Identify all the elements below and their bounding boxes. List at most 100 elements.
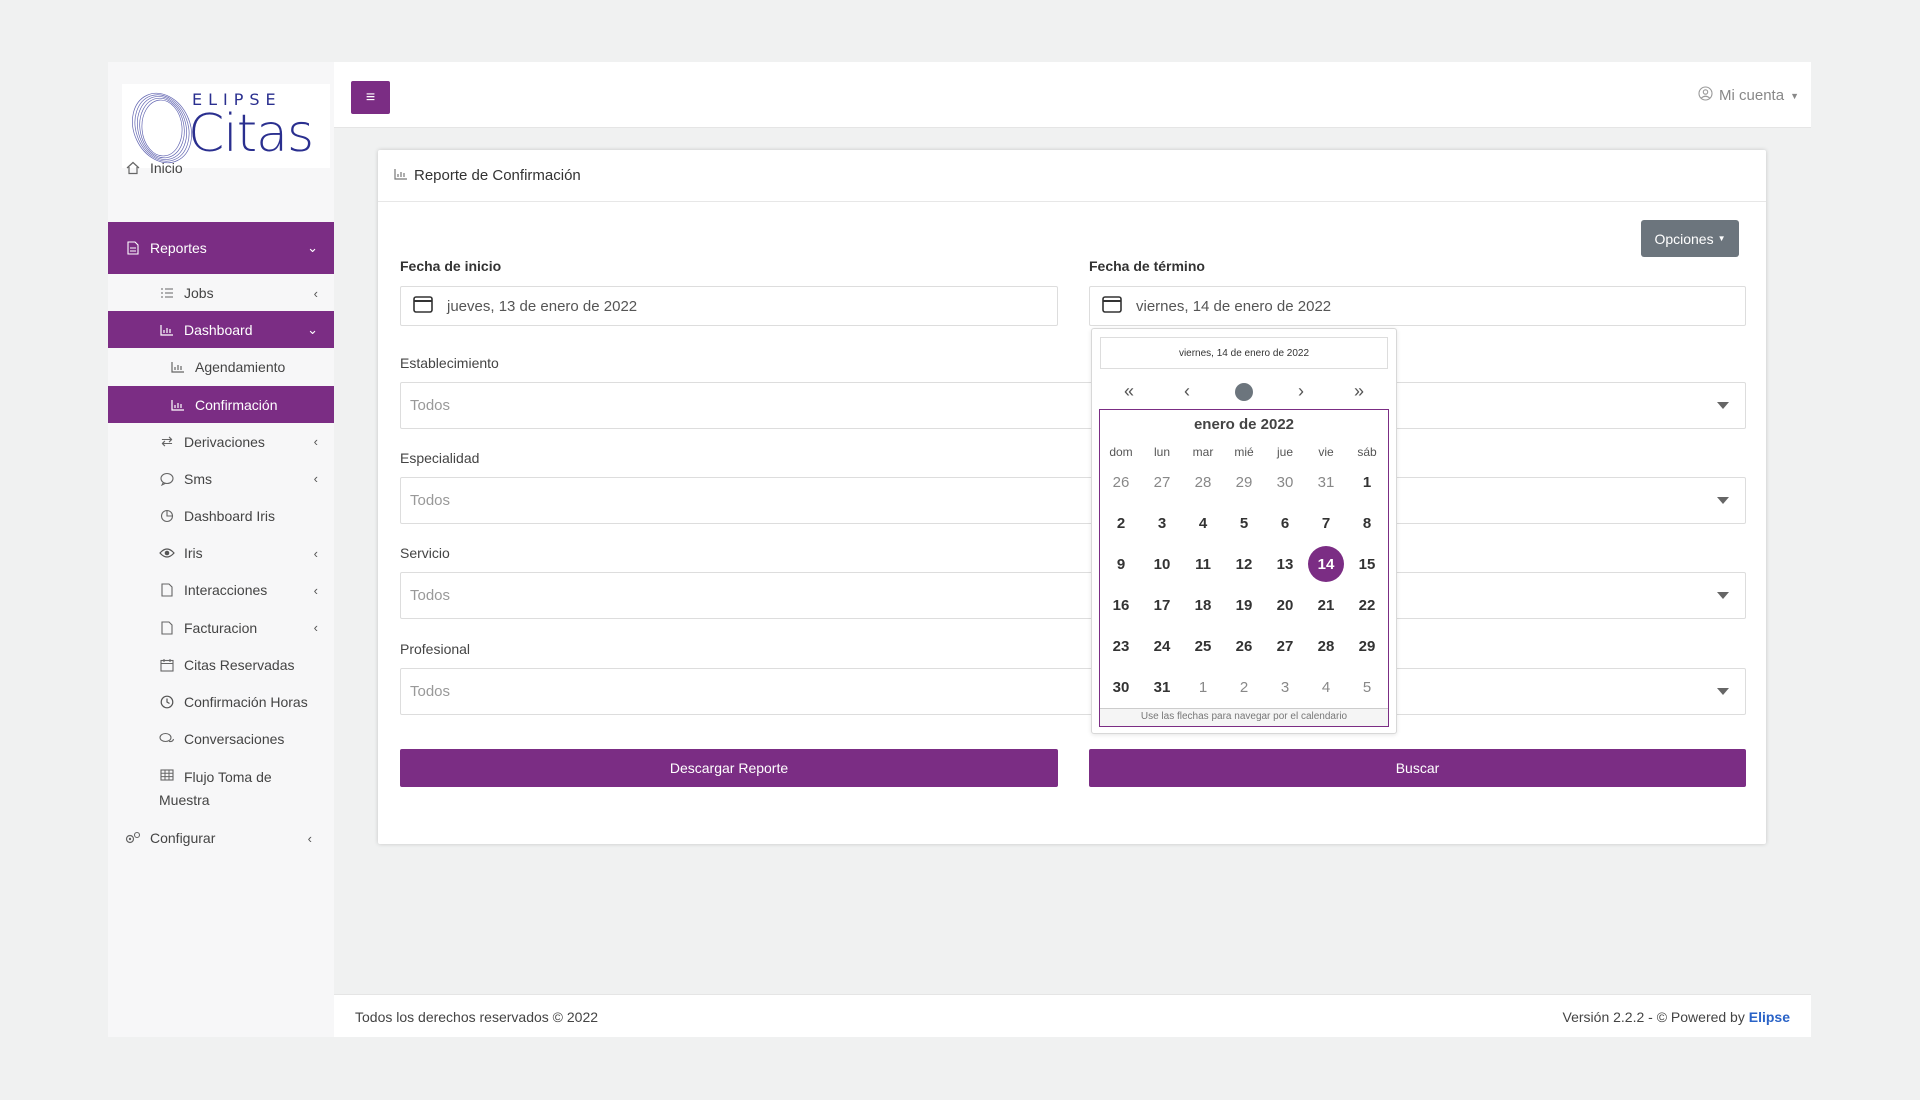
calendar-weekday: jue <box>1276 445 1293 459</box>
servicio-select[interactable]: Todos <box>400 572 1746 619</box>
select-value: Todos <box>410 397 451 414</box>
sidebar-item-dashboard[interactable]: Dashboard ⌄ <box>108 311 334 348</box>
calendar-day[interactable]: 3 <box>1144 505 1180 541</box>
sidebar-item-label: Citas Reservadas <box>184 657 295 673</box>
calendar-day[interactable]: 24 <box>1144 628 1180 664</box>
calendar-day[interactable]: 30 <box>1103 669 1139 705</box>
account-menu[interactable]: Mi cuenta ▼ <box>1698 86 1799 105</box>
opciones-button[interactable]: Opciones ▼ <box>1641 220 1739 257</box>
document-icon <box>158 581 176 599</box>
calendar-day[interactable]: 10 <box>1144 546 1180 582</box>
start-date-input[interactable]: jueves, 13 de enero de 2022 <box>400 286 1058 326</box>
calendar-day[interactable]: 4 <box>1308 669 1344 705</box>
sidebar-item-citas-reservadas[interactable]: Citas Reservadas <box>108 647 334 683</box>
calendar-weekday: lun <box>1153 445 1170 459</box>
prev-month-icon[interactable]: ‹ <box>1177 381 1197 402</box>
next-year-icon[interactable]: » <box>1349 381 1369 402</box>
calendar-day[interactable]: 28 <box>1308 628 1344 664</box>
sidebar-item-confirmacion[interactable]: Confirmación <box>108 386 334 423</box>
sidebar-item-label-line2: Muestra <box>159 792 210 808</box>
calendar-day[interactable]: 26 <box>1103 464 1139 500</box>
app-window: ELIPSE Citas Inicio Reportes ⌄ Jobs ‹ Da… <box>108 62 1811 1037</box>
sidebar-item-label: Confirmación Horas <box>184 693 308 710</box>
footer-version: Versión 2.2.2 - © Powered by Elipse <box>1563 1009 1790 1025</box>
sidebar-item-dashboard-iris[interactable]: Dashboard Iris <box>108 498 334 534</box>
report-icon <box>124 239 142 257</box>
sidebar-item-agendamiento[interactable]: Agendamiento <box>108 349 334 385</box>
exchange-icon: ⇄ <box>161 433 173 449</box>
calendar-day[interactable]: 9 <box>1103 546 1139 582</box>
calendar-day[interactable]: 20 <box>1267 587 1303 623</box>
end-date-input[interactable]: viernes, 14 de enero de 2022 <box>1089 286 1746 326</box>
calendar-day[interactable]: 19 <box>1226 587 1262 623</box>
calendar-grid: enero de 2022 Use las flechas para naveg… <box>1099 409 1389 727</box>
today-icon[interactable] <box>1235 383 1253 401</box>
next-month-icon[interactable]: › <box>1291 381 1311 402</box>
user-circle-icon <box>1698 86 1713 105</box>
especialidad-select[interactable]: Todos <box>400 477 1746 524</box>
sidebar-item-interacciones[interactable]: Interacciones ‹ <box>108 572 334 608</box>
calendar-day[interactable]: 14 <box>1308 546 1344 582</box>
sidebar-item-inicio[interactable]: Inicio <box>108 150 334 186</box>
calendar-day[interactable]: 27 <box>1267 628 1303 664</box>
calendar-day[interactable]: 28 <box>1185 464 1221 500</box>
sidebar-item-sms[interactable]: Sms ‹ <box>108 460 334 497</box>
calendar-day[interactable]: 8 <box>1349 505 1385 541</box>
calendar-day[interactable]: 1 <box>1185 669 1221 705</box>
calendar-day[interactable]: 7 <box>1308 505 1344 541</box>
table-icon <box>158 766 176 784</box>
calendar-day[interactable]: 29 <box>1226 464 1262 500</box>
calendar-day[interactable]: 31 <box>1308 464 1344 500</box>
calendar-day[interactable]: 5 <box>1349 669 1385 705</box>
select-value: Todos <box>410 683 451 700</box>
sidebar-item-label: Dashboard <box>184 321 253 338</box>
calendar-day[interactable]: 30 <box>1267 464 1303 500</box>
sidebar-item-jobs[interactable]: Jobs ‹ <box>108 275 334 311</box>
calendar-day[interactable]: 13 <box>1267 546 1303 582</box>
calendar-day[interactable]: 17 <box>1144 587 1180 623</box>
calendar-day[interactable]: 31 <box>1144 669 1180 705</box>
sidebar-item-reportes[interactable]: Reportes ⌄ <box>108 222 334 274</box>
calendar-day[interactable]: 29 <box>1349 628 1385 664</box>
chevron-left-icon: ‹ <box>313 545 318 561</box>
calendar-day[interactable]: 27 <box>1144 464 1180 500</box>
calendar-day[interactable]: 2 <box>1226 669 1262 705</box>
calendar-day[interactable]: 15 <box>1349 546 1385 582</box>
calendar-day[interactable]: 6 <box>1267 505 1303 541</box>
sidebar-item-iris[interactable]: Iris ‹ <box>108 535 334 571</box>
prev-year-icon[interactable]: « <box>1119 381 1139 402</box>
profesional-select[interactable]: Todos <box>400 668 1746 715</box>
comments-icon <box>158 730 176 748</box>
calendar-day[interactable]: 26 <box>1226 628 1262 664</box>
sidebar-item-label-line1: Flujo Toma de <box>184 769 272 785</box>
menu-toggle-button[interactable]: ≡ <box>351 81 390 114</box>
select-value: Todos <box>410 492 451 509</box>
chevron-left-icon: ‹ <box>313 434 318 449</box>
calendar-day[interactable]: 22 <box>1349 587 1385 623</box>
footer-brand-link[interactable]: Elipse <box>1749 1009 1790 1025</box>
sidebar-item-label: Sms <box>184 470 212 487</box>
calendar-day[interactable]: 1 <box>1349 464 1385 500</box>
calendar-day[interactable]: 21 <box>1308 587 1344 623</box>
sidebar-item-conversaciones[interactable]: Conversaciones <box>108 721 334 757</box>
chevron-down-icon: ⌄ <box>307 240 318 255</box>
calendar-day[interactable]: 5 <box>1226 505 1262 541</box>
sidebar-item-derivaciones[interactable]: ⇄ Derivaciones ‹ <box>108 423 334 460</box>
calendar-day[interactable]: 18 <box>1185 587 1221 623</box>
calendar-day[interactable]: 16 <box>1103 587 1139 623</box>
download-report-button[interactable]: Descargar Reporte <box>400 749 1058 787</box>
sidebar-item-confirmacion-horas[interactable]: Confirmación Horas <box>108 683 334 720</box>
calendar-day[interactable]: 2 <box>1103 505 1139 541</box>
search-button[interactable]: Buscar <box>1089 749 1746 787</box>
establecimiento-select[interactable]: Todos <box>400 382 1746 429</box>
sidebar-item-facturacion[interactable]: Facturacion ‹ <box>108 609 334 646</box>
calendar-day[interactable]: 12 <box>1226 546 1262 582</box>
calendar-day[interactable]: 25 <box>1185 628 1221 664</box>
calendar-day[interactable]: 3 <box>1267 669 1303 705</box>
caret-down-icon <box>1717 497 1729 504</box>
sidebar-item-configurar[interactable]: Configurar ‹ <box>108 819 334 857</box>
calendar-day[interactable]: 4 <box>1185 505 1221 541</box>
calendar-day[interactable]: 23 <box>1103 628 1139 664</box>
calendar-day[interactable]: 11 <box>1185 546 1221 582</box>
clock-icon <box>158 693 176 711</box>
